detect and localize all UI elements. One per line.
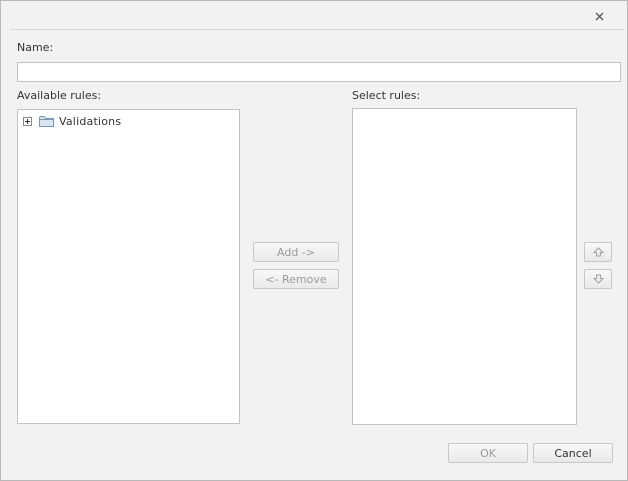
tree-node-label: Validations	[59, 114, 122, 128]
available-rules-label: Available rules:	[17, 89, 102, 102]
move-up-button[interactable]	[584, 242, 612, 262]
folder-icon	[39, 115, 54, 127]
arrow-up-icon	[592, 247, 604, 257]
plus-box-icon[interactable]	[23, 116, 32, 126]
rules-dialog: Name: Available rules: Validations Selec…	[0, 0, 628, 481]
title-separator	[10, 29, 624, 30]
close-icon	[595, 12, 603, 20]
name-label: Name:	[17, 41, 54, 54]
arrow-down-icon	[592, 274, 604, 284]
cancel-button[interactable]: Cancel	[533, 443, 613, 463]
name-input[interactable]	[17, 62, 621, 82]
ok-button[interactable]: OK	[448, 443, 528, 463]
remove-button[interactable]: <- Remove	[253, 269, 339, 289]
close-button[interactable]	[589, 7, 609, 25]
add-button[interactable]: Add ->	[253, 242, 339, 262]
available-rules-tree[interactable]: Validations	[17, 109, 240, 424]
select-rules-label: Select rules:	[352, 89, 421, 102]
move-down-button[interactable]	[584, 269, 612, 289]
selected-rules-list[interactable]	[352, 108, 577, 425]
tree-node-validations[interactable]: Validations	[23, 113, 121, 129]
